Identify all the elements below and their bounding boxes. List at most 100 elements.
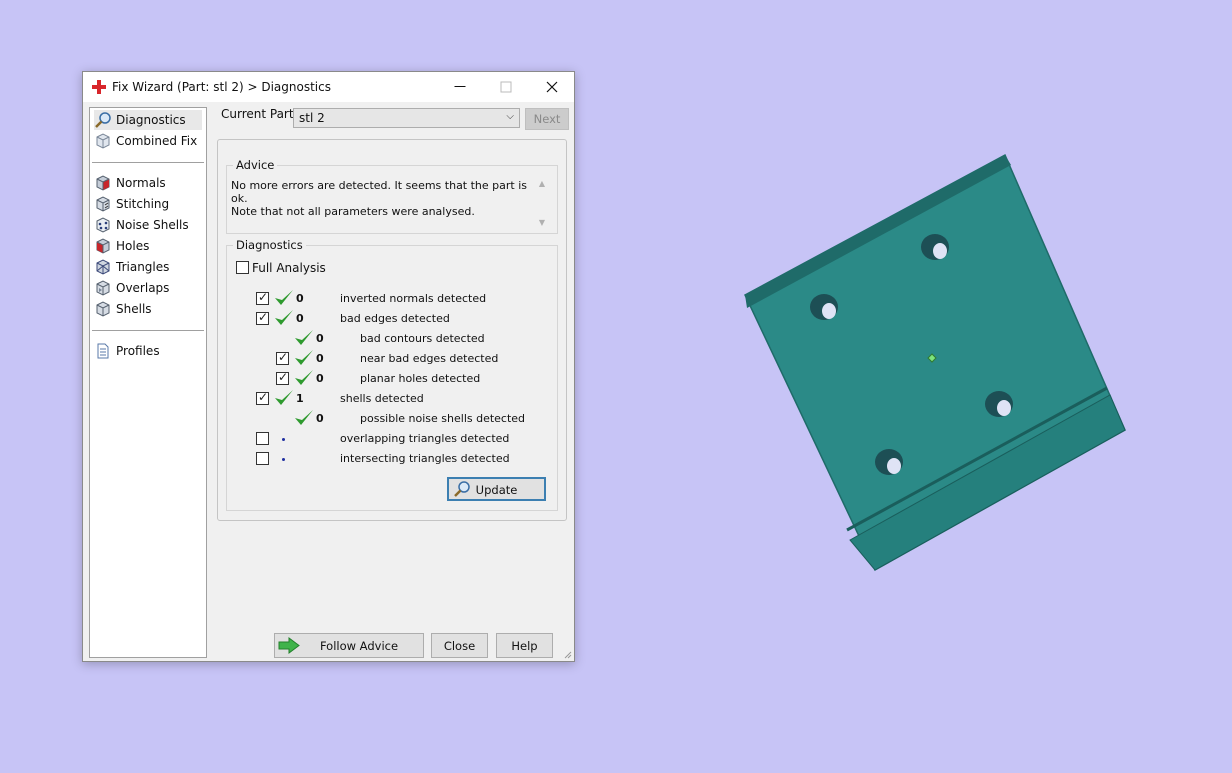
diagnostic-row: ✓ 0 planar holes detected bbox=[227, 369, 557, 389]
diagnostic-row: 0 bad contours detected bbox=[227, 329, 557, 349]
current-part-label: Current Part: bbox=[221, 107, 298, 121]
minimize-button[interactable] bbox=[437, 72, 483, 102]
wizard-sidebar: Diagnostics Combined Fix Normals Stitchi… bbox=[89, 107, 207, 658]
resize-grip-icon[interactable] bbox=[562, 649, 572, 659]
diagnostic-label: planar holes detected bbox=[360, 372, 481, 385]
green-check-icon bbox=[275, 310, 293, 325]
title-bar[interactable]: Fix Wizard (Part: stl 2) > Diagnostics bbox=[83, 72, 574, 102]
diagnostic-checkbox[interactable]: ✓ bbox=[276, 370, 289, 385]
diagnostic-count: 0 bbox=[316, 372, 324, 385]
sidebar-item-label: Diagnostics bbox=[116, 113, 186, 127]
diagnostic-checkbox[interactable]: ✓ bbox=[276, 350, 289, 365]
diagnostic-checkbox[interactable]: ✓ bbox=[256, 290, 269, 305]
close-button[interactable]: Close bbox=[431, 633, 488, 658]
diagnostics-title: Diagnostics bbox=[233, 238, 306, 252]
diagnostic-row: 0 possible noise shells detected bbox=[227, 409, 557, 429]
sidebar-item-stitching[interactable]: Stitching bbox=[94, 194, 202, 214]
checkmark-icon: ✓ bbox=[258, 290, 269, 304]
close-window-button[interactable] bbox=[529, 72, 575, 102]
next-button[interactable]: Next bbox=[525, 108, 569, 130]
sidebar-item-shells[interactable]: Shells bbox=[94, 299, 202, 319]
scroll-up-icon[interactable]: ▲ bbox=[536, 179, 548, 188]
not-run-dot-icon bbox=[282, 458, 285, 461]
fix-wizard-window: Fix Wizard (Part: stl 2) > Diagnostics D… bbox=[82, 71, 575, 662]
full-analysis-checkbox[interactable] bbox=[236, 261, 249, 274]
maximize-icon bbox=[500, 81, 512, 93]
checkmark-icon: ✓ bbox=[258, 310, 269, 324]
diagnostic-row: ✓ 1 shells detected bbox=[227, 389, 557, 409]
diagnostic-label: overlapping triangles detected bbox=[340, 432, 510, 445]
help-button[interactable]: Help bbox=[496, 633, 553, 658]
diagnostic-checkbox[interactable]: ✓ bbox=[256, 390, 269, 405]
magnifier-icon bbox=[95, 112, 111, 128]
shells-cube-icon bbox=[96, 301, 110, 317]
diagnostic-checkbox[interactable] bbox=[256, 452, 269, 465]
full-analysis-label: Full Analysis bbox=[252, 261, 326, 275]
sidebar-item-overlaps[interactable]: Overlaps bbox=[94, 278, 202, 298]
current-part-select[interactable]: stl 2 ⌵ bbox=[293, 108, 520, 128]
noise-shells-cube-icon bbox=[96, 217, 110, 233]
update-label: Update bbox=[475, 483, 518, 497]
triangles-cube-icon bbox=[96, 259, 110, 275]
checkmark-icon: ✓ bbox=[278, 350, 289, 364]
advice-scrollbar[interactable]: ▲ ▼ bbox=[536, 179, 548, 227]
diagnostic-checkbox[interactable]: ✓ bbox=[256, 310, 269, 325]
holes-cube-icon bbox=[96, 238, 110, 254]
green-check-icon bbox=[295, 370, 313, 385]
advice-line-2: Note that not all parameters were analys… bbox=[231, 205, 475, 218]
sidebar-item-label: Normals bbox=[116, 176, 166, 190]
scroll-down-icon[interactable]: ▼ bbox=[536, 218, 548, 227]
sidebar-item-label: Triangles bbox=[116, 260, 170, 274]
diagnostic-label: intersecting triangles detected bbox=[340, 452, 510, 465]
diagnostic-count: 1 bbox=[296, 392, 304, 405]
green-check-icon bbox=[275, 290, 293, 305]
sidebar-item-profiles[interactable]: Profiles bbox=[94, 341, 202, 361]
sidebar-item-label: Holes bbox=[116, 239, 150, 253]
red-cross-icon bbox=[92, 80, 106, 94]
overlaps-cube-icon bbox=[96, 280, 110, 296]
close-label: Close bbox=[443, 639, 476, 653]
sidebar-item-label: Noise Shells bbox=[116, 218, 189, 232]
sidebar-item-label: Profiles bbox=[116, 344, 160, 358]
current-part-value: stl 2 bbox=[299, 111, 325, 125]
diagnostic-label: possible noise shells detected bbox=[360, 412, 526, 425]
normals-cube-icon bbox=[96, 175, 110, 191]
document-icon bbox=[97, 343, 109, 359]
sidebar-item-label: Shells bbox=[116, 302, 152, 316]
diagnostic-count: 0 bbox=[316, 352, 324, 365]
maximize-button[interactable] bbox=[483, 72, 529, 102]
close-icon bbox=[546, 81, 558, 93]
diagnostic-label: near bad edges detected bbox=[360, 352, 499, 365]
diagnostic-row: ✓ 0 bad edges detected bbox=[227, 309, 557, 329]
diagnostic-count: 0 bbox=[316, 332, 324, 345]
green-check-icon bbox=[295, 410, 313, 425]
sidebar-item-label: Combined Fix bbox=[116, 134, 198, 148]
sidebar-item-normals[interactable]: Normals bbox=[94, 173, 202, 193]
diagnostic-row: intersecting triangles detected bbox=[227, 449, 557, 469]
diagnostic-count: 0 bbox=[296, 312, 304, 325]
diagnostics-panel: Advice No more errors are detected. It s… bbox=[217, 139, 567, 521]
sidebar-item-noise-shells[interactable]: Noise Shells bbox=[94, 215, 202, 235]
sidebar-item-triangles[interactable]: Triangles bbox=[94, 257, 202, 277]
diagnostic-row: ✓ 0 inverted normals detected bbox=[227, 289, 557, 309]
diagnostic-row: overlapping triangles detected bbox=[227, 429, 557, 449]
diagnostic-row: ✓ 0 near bad edges detected bbox=[227, 349, 557, 369]
diagnostic-checkbox[interactable] bbox=[256, 432, 269, 445]
part-3d-view[interactable] bbox=[735, 150, 1135, 580]
cube-icon bbox=[96, 133, 110, 149]
follow-advice-label: Follow Advice bbox=[319, 639, 399, 653]
advice-title: Advice bbox=[233, 158, 278, 172]
sidebar-item-holes[interactable]: Holes bbox=[94, 236, 202, 256]
sidebar-item-label: Overlaps bbox=[116, 281, 170, 295]
help-label: Help bbox=[511, 639, 538, 653]
sidebar-item-diagnostics[interactable]: Diagnostics bbox=[94, 110, 202, 130]
update-button[interactable]: Update bbox=[447, 477, 546, 501]
green-check-icon bbox=[295, 330, 313, 345]
diagnostic-count: 0 bbox=[296, 292, 304, 305]
sidebar-divider bbox=[92, 330, 204, 331]
sidebar-item-combined-fix[interactable]: Combined Fix bbox=[94, 131, 202, 151]
sidebar-item-label: Stitching bbox=[116, 197, 170, 211]
diagnostics-group: Diagnostics Full Analysis ✓ 0 inverted nor… bbox=[226, 238, 558, 511]
stitching-cube-icon bbox=[96, 196, 110, 212]
follow-advice-button[interactable]: Follow Advice bbox=[274, 633, 424, 658]
